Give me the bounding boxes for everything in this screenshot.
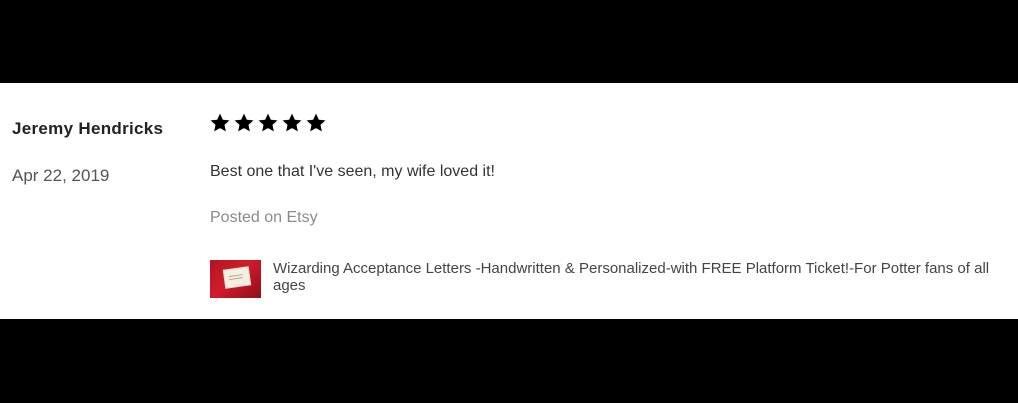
- star-rating: [209, 112, 327, 134]
- product-photo-icon[interactable]: [210, 260, 261, 298]
- review-date: Apr 22, 2019: [12, 166, 110, 185]
- letterbox-top: [0, 0, 1018, 83]
- star-icon: [281, 112, 303, 134]
- letterbox-bottom: [0, 319, 1018, 403]
- product-title[interactable]: Wizarding Acceptance Letters -Handwritte…: [273, 260, 1008, 294]
- star-icon: [209, 112, 231, 134]
- star-icon: [233, 112, 255, 134]
- review-card: Jeremy Hendricks Apr 22, 2019 Best one t…: [0, 83, 1018, 319]
- product-link[interactable]: Wizarding Acceptance Letters -Handwritte…: [210, 260, 1010, 298]
- star-icon: [257, 112, 279, 134]
- letter-card-icon: [222, 266, 252, 289]
- star-icon: [305, 112, 327, 134]
- posted-on-label: Posted on Etsy: [210, 209, 318, 226]
- reviewer-name[interactable]: Jeremy Hendricks: [12, 119, 163, 139]
- review-text: Best one that I've seen, my wife loved i…: [210, 163, 495, 180]
